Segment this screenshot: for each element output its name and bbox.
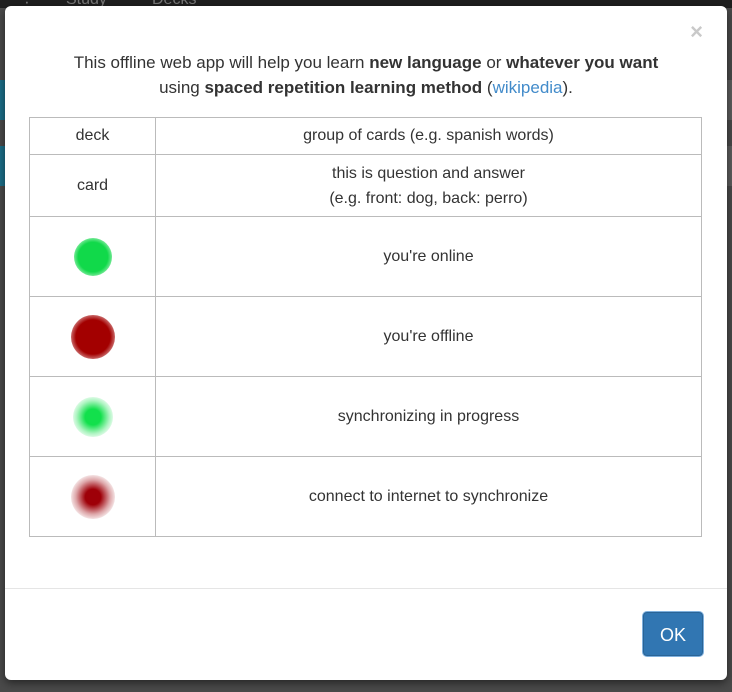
intro-text: This offline web app will help you learn… <box>29 50 703 100</box>
help-modal: × This offline web app will help you lea… <box>5 6 727 680</box>
table-row: you're online <box>29 216 702 297</box>
offline-status-icon <box>70 314 115 359</box>
desc-card-line2: (e.g. front: dog, back: perro) <box>329 189 528 207</box>
icon-cell <box>29 296 156 377</box>
ok-button[interactable]: OK <box>643 612 703 656</box>
icon-cell <box>29 456 156 537</box>
desc-syncing: synchronizing in progress <box>155 376 702 457</box>
desc-connect: connect to internet to synchronize <box>155 456 702 537</box>
table-row: connect to internet to synchronize <box>29 456 702 537</box>
intro-highlight-whatever: whatever you want <box>506 53 659 72</box>
intro-text-part: This offline web app will help you learn <box>73 53 370 72</box>
table-row: card this is question and answer (e.g. f… <box>29 154 702 217</box>
intro-text-part: using <box>159 78 205 97</box>
footer-divider <box>5 588 727 589</box>
online-status-icon <box>73 237 112 276</box>
wikipedia-link[interactable]: wikipedia <box>493 78 563 97</box>
intro-text-part: ). <box>562 78 573 97</box>
desc-card-line1: this is question and answer <box>332 164 525 182</box>
table-row: deck group of cards (e.g. spanish words) <box>29 117 702 155</box>
intro-highlight-method: spaced repetition learning method <box>204 78 483 97</box>
desc-offline: you're offline <box>155 296 702 377</box>
desc-card: this is question and answer (e.g. front:… <box>155 154 702 217</box>
table-row: you're offline <box>29 296 702 377</box>
term-deck: deck <box>29 117 156 155</box>
table-row: synchronizing in progress <box>29 376 702 457</box>
desc-deck: group of cards (e.g. spanish words) <box>155 117 702 155</box>
intro-highlight-new-language: new language <box>369 53 482 72</box>
legend-table: deck group of cards (e.g. spanish words)… <box>29 117 702 537</box>
connect-to-sync-icon <box>70 474 115 519</box>
icon-cell <box>29 216 156 297</box>
close-icon[interactable]: × <box>690 21 703 43</box>
intro-text-part: or <box>481 53 507 72</box>
term-card: card <box>29 154 156 217</box>
syncing-status-icon <box>72 396 113 437</box>
icon-cell <box>29 376 156 457</box>
intro-text-part: ( <box>482 78 493 97</box>
desc-online: you're online <box>155 216 702 297</box>
